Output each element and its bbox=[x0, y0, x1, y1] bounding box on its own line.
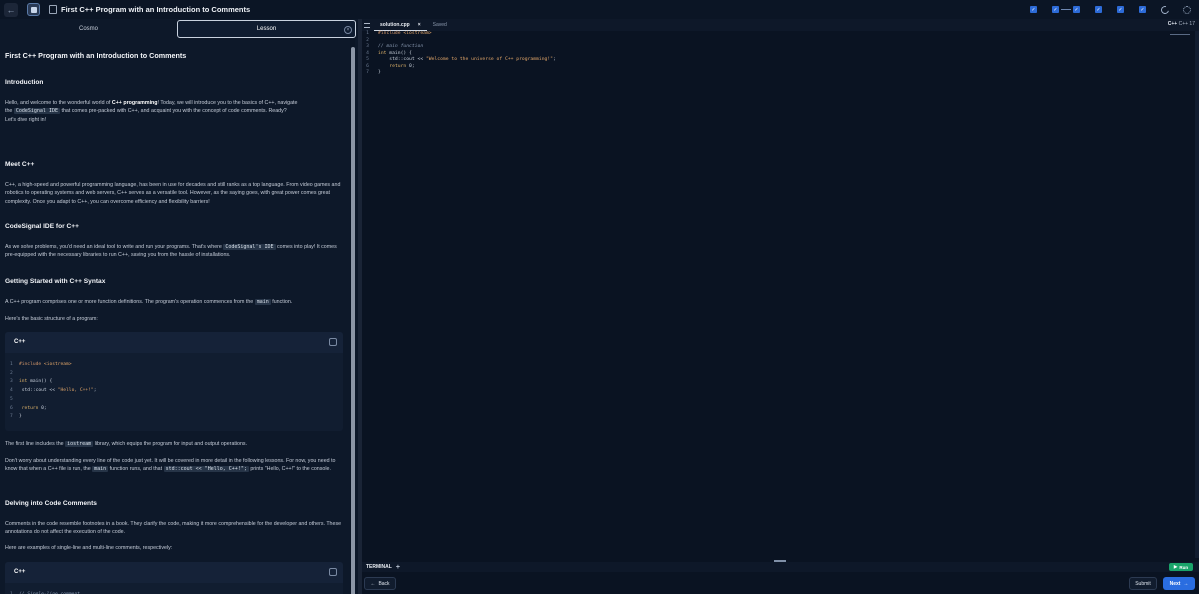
code-language-label: C++ bbox=[14, 339, 26, 346]
arrow-right-icon: → bbox=[1183, 580, 1189, 587]
close-icon[interactable]: × bbox=[344, 26, 352, 34]
code-line: 1 #include <iostream> bbox=[10, 362, 72, 367]
checkbox-icon[interactable]: ✓ bbox=[1095, 6, 1102, 13]
code-block-header: C++ bbox=[5, 562, 343, 583]
progress-line bbox=[1061, 9, 1071, 10]
code-line: 4 std::cout << "Hello, C++!"; bbox=[10, 388, 97, 394]
top-right-controls: ✓ ✓ ✓ ✓ ✓ ✓ bbox=[1030, 4, 1191, 15]
tab-cosmo[interactable]: Cosmo bbox=[0, 19, 177, 39]
code-block-body: 1// Single-line comment23/* bbox=[5, 583, 343, 594]
lesson-scrollbar[interactable] bbox=[350, 39, 355, 594]
scrollbar-thumb[interactable] bbox=[351, 47, 355, 594]
lesson-panel: Cosmo Lesson × First C++ Program with an… bbox=[0, 19, 358, 594]
arrow-left-icon: ← bbox=[370, 580, 376, 587]
meet-paragraph: C++, a high-speed and powerful programmi… bbox=[5, 182, 341, 205]
code-block-body: 1 #include <iostream> 2 3 int main() { 4 std:… bbox=[5, 353, 343, 422]
heading-introduction: Introduction bbox=[5, 79, 44, 86]
checkbox-icon[interactable]: ✓ bbox=[1117, 6, 1124, 13]
close-icon[interactable]: × bbox=[418, 22, 421, 28]
page-title: First C++ Program with an Introduction t… bbox=[61, 5, 251, 14]
heading-syntax: Getting Started with C++ Syntax bbox=[5, 278, 106, 285]
code-editor[interactable]: 1 #include <iostream> 2 3// main function 4 i… bbox=[362, 31, 1199, 558]
panel-tabs: Cosmo Lesson × bbox=[0, 19, 358, 39]
lesson-content: First C++ Program with an Introduction t… bbox=[0, 39, 348, 594]
submit-button[interactable]: Submit bbox=[1129, 577, 1157, 590]
play-icon: ▶ bbox=[1173, 564, 1178, 569]
add-terminal-button[interactable]: + bbox=[396, 564, 400, 571]
footer: ← Back Submit Next → bbox=[362, 574, 1199, 594]
top-bar: ← First C++ Program with an Introduction… bbox=[0, 0, 1199, 19]
editor-tab-bar: solution.cpp × Saved C++ C++ 17 bbox=[362, 19, 1199, 31]
checkbox-icon[interactable]: ✓ bbox=[1030, 6, 1037, 13]
syntax-paragraph: A C++ program comprises one or more func… bbox=[5, 299, 293, 305]
next-button[interactable]: Next → bbox=[1163, 577, 1195, 590]
terminal-bar: TERMINAL + bbox=[362, 562, 1199, 572]
moon-icon[interactable] bbox=[1159, 4, 1171, 15]
code-line: 7} bbox=[10, 414, 22, 420]
checkbox-icon[interactable]: ✓ bbox=[1052, 6, 1059, 13]
copy-icon[interactable] bbox=[329, 338, 337, 346]
comments-paragraph-2: Here are examples of single-line and mul… bbox=[5, 545, 173, 551]
editor-line[interactable]: 7} bbox=[362, 70, 1199, 77]
code-language-label: C++ bbox=[14, 569, 26, 576]
heading-comments: Delving into Code Comments bbox=[5, 500, 97, 507]
code-line: 6 return 0; bbox=[10, 405, 47, 411]
terminal-tab[interactable]: TERMINAL bbox=[366, 564, 392, 570]
intro-paragraph: Hello, and welcome to the wonderful worl… bbox=[5, 100, 298, 123]
checkbox-icon[interactable]: ✓ bbox=[1139, 6, 1146, 13]
run-button[interactable]: ▶ Run bbox=[1169, 563, 1193, 571]
first-line-paragraph: The first line includes the iostream lib… bbox=[5, 441, 248, 447]
app-logo bbox=[27, 3, 40, 16]
tab-lesson-label: Lesson bbox=[256, 26, 277, 32]
editor-panel: solution.cpp × Saved C++ C++ 17 1 #includ… bbox=[362, 19, 1199, 594]
code-block: C++ 1 #include <iostream> 2 3 int main() { 4 … bbox=[5, 332, 343, 431]
minimap[interactable] bbox=[1170, 34, 1190, 35]
file-tab[interactable]: solution.cpp × bbox=[374, 19, 427, 31]
code-line: 2 bbox=[10, 370, 13, 376]
code-block-header: C++ bbox=[5, 332, 343, 353]
heading-meet-cpp: Meet C++ bbox=[5, 161, 35, 168]
code-line: 5 bbox=[10, 396, 13, 402]
lesson-title: First C++ Program with an Introduction t… bbox=[5, 51, 187, 60]
checkbox-icon[interactable]: ✓ bbox=[1073, 6, 1080, 13]
heading-ide: CodeSignal IDE for C++ bbox=[5, 223, 80, 230]
language-indicator[interactable]: C++ C++ 17 bbox=[1168, 21, 1195, 27]
gear-icon[interactable] bbox=[1183, 5, 1191, 14]
tab-lesson[interactable]: Lesson × bbox=[177, 20, 356, 38]
ide-paragraph: As we solve problems, you'd need an idea… bbox=[5, 244, 337, 259]
worry-paragraph: Don't worry about understanding every li… bbox=[5, 458, 336, 473]
saved-status: Saved bbox=[432, 22, 447, 28]
file-tab-label: solution.cpp bbox=[380, 21, 410, 28]
document-icon bbox=[49, 5, 57, 14]
comments-paragraph: Comments in the code resemble footnotes … bbox=[5, 521, 342, 536]
copy-icon[interactable] bbox=[329, 568, 337, 576]
editor-scrollbar[interactable] bbox=[1195, 31, 1199, 558]
back-button[interactable]: ← Back bbox=[364, 577, 396, 590]
code-line: 3 int main() { bbox=[10, 379, 53, 385]
back-arrow-button[interactable]: ← bbox=[4, 2, 18, 17]
menu-icon[interactable] bbox=[364, 22, 370, 28]
arrow-left-icon: ← bbox=[6, 4, 16, 15]
code-block: C++ 1// Single-line comment23/* bbox=[5, 562, 343, 594]
syntax-paragraph-2: Here's the basic structure of a program: bbox=[5, 316, 98, 322]
